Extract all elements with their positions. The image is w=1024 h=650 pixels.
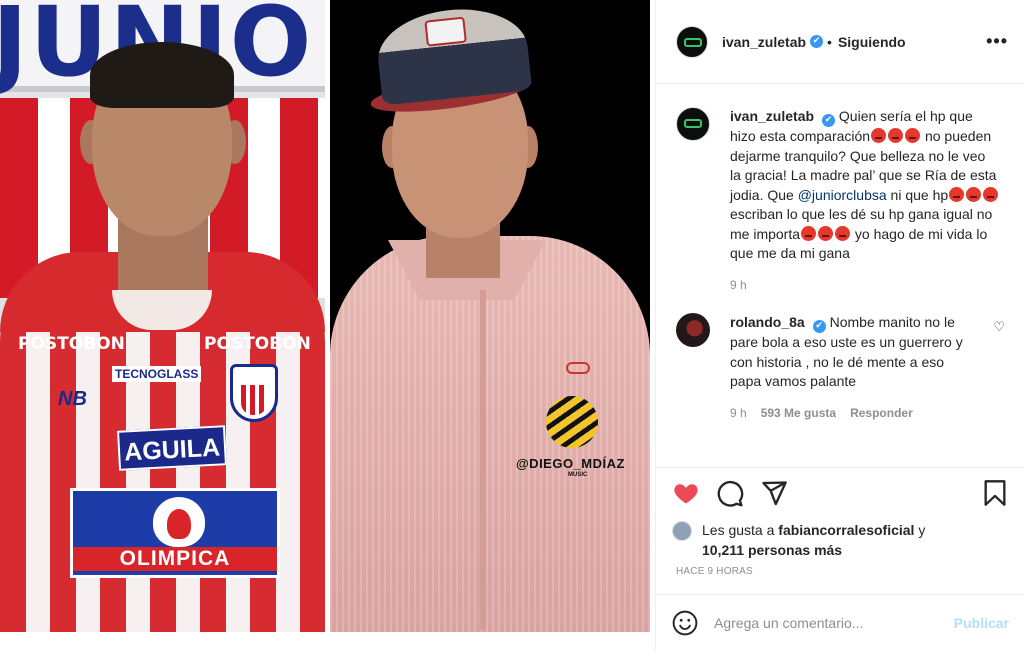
brand-logo: NB — [58, 388, 87, 410]
author-username[interactable]: ivan_zuletab — [722, 34, 806, 50]
post-sidebar: ivan_zuletab ✔ • Siguiendo ••• ivan_zule… — [655, 0, 1024, 650]
following-button[interactable]: Siguiendo — [838, 34, 906, 50]
angry-emoji-icon — [949, 186, 965, 202]
photo-left-player: JUNIO POSTOBON POSTOBON TECNOGLASS NB AG… — [0, 0, 325, 632]
more-options-icon[interactable]: ••• — [986, 31, 1008, 52]
post-timestamp[interactable]: HACE 9 HORAS — [672, 566, 1009, 577]
comment-icon[interactable] — [716, 479, 744, 507]
commenter-username[interactable]: rolando_8a — [730, 314, 805, 330]
author-avatar[interactable] — [676, 25, 708, 58]
angry-emoji-icon — [983, 186, 999, 202]
caption: ivan_zuletab ✔ Quien sería el hp que hizo… — [676, 107, 1005, 295]
angry-emoji-icon — [835, 225, 851, 241]
angry-emoji-icon — [818, 225, 834, 241]
caption-meta: 9 h — [730, 276, 1000, 296]
watermark-logo-icon — [546, 396, 598, 448]
publish-button[interactable]: Publicar — [954, 615, 1009, 631]
liker-username[interactable]: fabiancorralesoficial — [778, 522, 914, 538]
emoji-icon[interactable] — [672, 610, 698, 636]
post-image[interactable]: JUNIO POSTOBON POSTOBON TECNOGLASS NB AG… — [0, 0, 655, 640]
likes-summary: Les gusta a fabiancorralesoficial y 10,21… — [672, 520, 1009, 560]
post-actions: Les gusta a fabiancorralesoficial y 10,21… — [656, 467, 1024, 577]
mention-link[interactable]: @juniorclubsa — [798, 187, 887, 203]
sponsor-postobon-right: POSTOBON — [204, 334, 311, 354]
comment-likes[interactable]: 593 Me gusta — [761, 406, 836, 420]
caption-avatar[interactable] — [676, 107, 710, 141]
commenter-avatar[interactable] — [676, 313, 710, 347]
post-header: ivan_zuletab ✔ • Siguiendo ••• — [656, 0, 1024, 84]
flame-icon — [153, 497, 205, 547]
comment-time[interactable]: 9 h — [730, 406, 747, 420]
verified-badge-icon: ✔ — [822, 114, 836, 127]
sponsor-aguila: AGUILA — [117, 425, 227, 471]
angry-emoji-icon — [966, 186, 982, 202]
comment-item: rolando_8a ✔ Nombe manito no le pare bola… — [676, 313, 1005, 423]
watermark-text: @DIEGO_MDÍAZ — [516, 456, 625, 471]
angry-emoji-icon — [801, 225, 817, 241]
caption-username[interactable]: ivan_zuletab — [730, 108, 814, 124]
club-crest-icon — [230, 364, 278, 422]
liker-avatar[interactable] — [672, 521, 692, 541]
sponsor-tecnoglass: TECNOGLASS — [112, 366, 202, 382]
likes-count[interactable]: 10,211 personas más — [702, 542, 842, 558]
share-icon[interactable] — [760, 479, 788, 507]
add-comment-bar: Publicar — [656, 594, 1024, 650]
photo-right-man: @DIEGO_MDÍAZ MUSIC — [330, 0, 650, 632]
bookmark-icon[interactable] — [981, 479, 1009, 507]
heart-filled-icon[interactable] — [672, 479, 700, 507]
verified-badge-icon: ✔ — [810, 35, 824, 48]
caption-text: ivan_zuletab ✔ Quien sería el hp que hizo… — [730, 108, 999, 261]
comment-input[interactable] — [714, 614, 946, 631]
verified-badge-icon: ✔ — [812, 320, 826, 333]
header-separator: • — [827, 33, 832, 50]
comment-like-icon[interactable]: ♡ — [993, 319, 1005, 335]
comments-list[interactable]: ivan_zuletab ✔ Quien sería el hp que hizo… — [656, 85, 1024, 467]
comment-text: rolando_8a ✔ Nombe manito no le pare bola… — [730, 314, 963, 389]
watermark-subtext: MUSIC — [568, 472, 588, 478]
comment-meta: 9 h 593 Me gusta Responder — [730, 404, 970, 424]
angry-emoji-icon — [905, 128, 921, 143]
sponsor-postobon-left: POSTOBON — [18, 334, 125, 354]
angry-emoji-icon — [888, 128, 904, 143]
shirt-logo-icon — [566, 362, 590, 374]
reply-button[interactable]: Responder — [850, 406, 913, 420]
angry-emoji-icon — [871, 128, 887, 143]
sponsor-olimpica: OLIMPICA — [70, 488, 280, 578]
cap — [373, 2, 533, 106]
caption-time[interactable]: 9 h — [730, 278, 747, 292]
